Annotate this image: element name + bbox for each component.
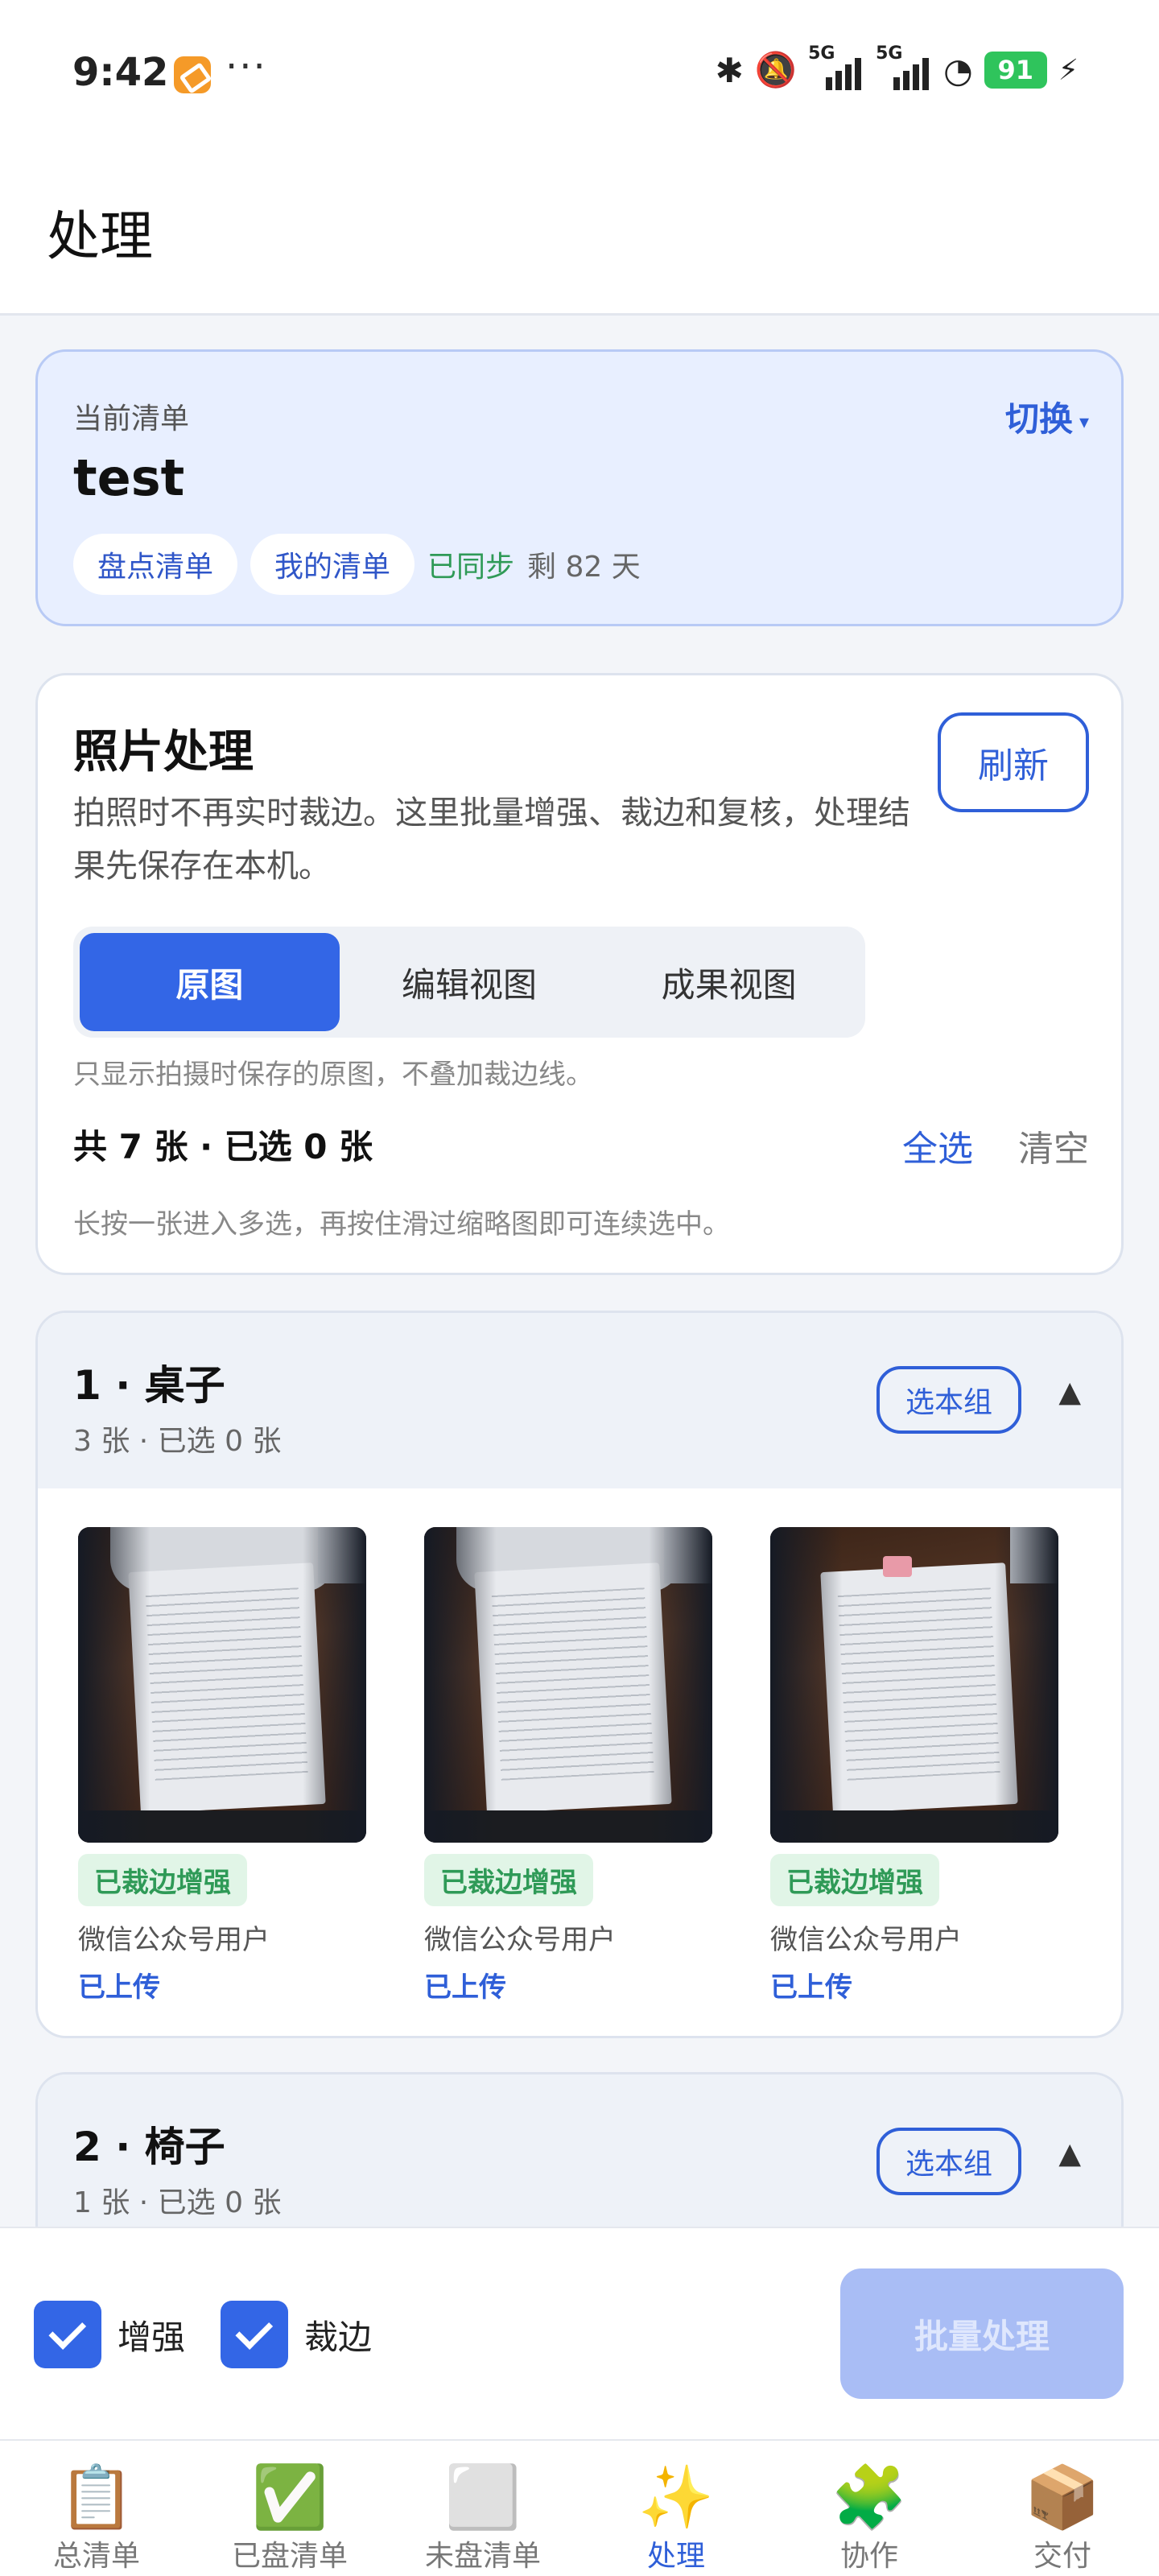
puzzle-icon: 🧩 [831,2461,908,2533]
tab-result-view[interactable]: 成果视图 [599,933,859,1031]
list-tags: 盘点清单 我的清单 已同步 剩 82 天 [73,534,641,595]
nav-item-uncounted-list[interactable]: ⬜ 未盘清单 [386,2441,580,2576]
checkbox-checked-icon[interactable] [34,2301,101,2368]
more-notifications-icon: ··· [225,44,267,89]
uploader-name: 微信公众号用户 [770,1924,962,1956]
photo-thumbnail[interactable]: 已裁边增强 微信公众号用户 已上传 [424,1527,712,2004]
status-badge: 已裁边增强 [424,1854,593,1906]
empty-square-icon: ⬜ [444,2461,522,2533]
status-badge: 已裁边增强 [78,1854,247,1906]
enhance-label: 增强 [118,2317,186,2357]
app-header: 处理 [0,145,1159,316]
nav-label: 已盘清单 [231,2540,348,2573]
refresh-button[interactable]: 刷新 [938,712,1089,812]
caret-down-icon: ▾ [1079,410,1089,433]
photo-image[interactable] [424,1527,712,1843]
nav-label: 交付 [1033,2540,1091,2573]
group-title: 2 · 椅子 [73,2124,225,2170]
select-group-button[interactable]: 选本组 [876,2128,1021,2195]
group-subtitle: 3 张 · 已选 0 张 [73,1425,282,1458]
collapse-toggle-icon[interactable]: ▲ [1058,1376,1081,1409]
photo-image[interactable] [770,1527,1058,1843]
checkbox-checked-icon[interactable] [221,2301,288,2368]
group-card: 2 · 椅子 1 张 · 已选 0 张 选本组 ▲ [35,2072,1124,2233]
photo-thumbnail[interactable]: 已裁边增强 微信公众号用户 已上传 [770,1527,1058,2004]
tab-original[interactable]: 原图 [80,933,340,1031]
package-icon: 📦 [1024,2461,1101,2533]
upload-status: 已上传 [770,1971,852,2004]
group-subtitle: 1 张 · 已选 0 张 [73,2186,282,2219]
thumbnail-grid: 已裁边增强 微信公众号用户 已上传 已裁边增强 微信公众号用户 已上传 已裁边增… [78,1527,1058,2004]
photo-processing-card: 照片处理 拍照时不再实时裁边。这里批量增强、裁边和复核，处理结果先保存在本机。 … [35,673,1124,1275]
nav-label: 未盘清单 [424,2540,541,2573]
nav-item-deliver[interactable]: 📦 交付 [966,2441,1159,2576]
wifi-icon: ◔ [943,50,973,90]
nav-item-collaborate[interactable]: 🧩 协作 [773,2441,966,2576]
current-list-name: test [73,448,185,507]
batch-action-bar: 增强 裁边 批量处理 [0,2227,1159,2439]
group-header[interactable]: 1 · 桌子 3 张 · 已选 0 张 选本组 ▲ [38,1313,1121,1488]
current-list-card: 当前清单 切换 ▾ test 盘点清单 我的清单 已同步 剩 82 天 [35,349,1124,626]
photo-image[interactable] [78,1527,366,1843]
status-badge: 已裁边增强 [770,1854,939,1906]
batch-process-button[interactable]: 批量处理 [840,2268,1124,2399]
multi-select-hint: 长按一张进入多选，再按住滑过缩略图即可连续选中。 [73,1208,730,1241]
uploader-name: 微信公众号用户 [78,1924,270,1956]
check-mark-icon: ✅ [251,2461,328,2533]
status-bar: 9:42 ··· ✱ 🔕 5G 5G ◔ 91 ⚡ [0,0,1159,145]
signal-icon: 5G [876,43,932,90]
tag-my-list: 我的清单 [250,534,415,595]
photo-thumbnail[interactable]: 已裁边增强 微信公众号用户 已上传 [78,1527,366,2004]
section-title: 照片处理 [73,726,254,778]
enhance-checkbox[interactable]: 增强 [34,2301,185,2368]
page-title: 处理 [47,205,153,267]
upload-status: 已上传 [78,1971,160,2004]
current-list-label: 当前清单 [73,402,190,436]
group-header[interactable]: 2 · 椅子 1 张 · 已选 0 张 选本组 ▲ [38,2074,1121,2233]
sync-status: 已同步 [427,551,515,584]
nav-label: 总清单 [52,2540,140,2573]
app-notification-icon [174,56,211,93]
sparkles-icon: ✨ [637,2461,715,2533]
bluetooth-icon: ✱ [715,50,744,90]
tab-hint: 只显示拍摄时保存的原图，不叠加裁边线。 [73,1059,593,1091]
crop-checkbox[interactable]: 裁边 [221,2301,372,2368]
collapse-toggle-icon[interactable]: ▲ [1058,2137,1081,2170]
group-card: 1 · 桌子 3 张 · 已选 0 张 选本组 ▲ 已裁边增强 微信公众号用户 … [35,1311,1124,2038]
battery-icon: 91 [984,52,1047,89]
tag-inventory-list: 盘点清单 [73,534,238,595]
group-title: 1 · 桌子 [73,1362,225,1409]
upload-status: 已上传 [424,1971,506,2004]
nav-item-all-list[interactable]: 📋 总清单 [0,2441,193,2576]
charging-icon: ⚡ [1058,53,1079,87]
nav-label: 处理 [646,2540,705,2573]
nav-item-counted-list[interactable]: ✅ 已盘清单 [193,2441,386,2576]
select-all-button[interactable]: 全选 [902,1120,973,1171]
nav-label: 协作 [839,2540,898,2573]
crop-label: 裁边 [304,2317,373,2357]
mute-bell-icon: 🔕 [754,50,798,89]
switch-list-button[interactable]: 切换 ▾ [1005,392,1089,441]
status-time: 9:42 [72,50,169,95]
select-group-button[interactable]: 选本组 [876,1366,1021,1434]
clipboard-icon: 📋 [58,2461,135,2533]
remaining-days: 剩 82 天 [527,551,641,584]
signal-icon: 5G [808,43,864,90]
view-segmented-control: 原图 编辑视图 成果视图 [73,927,865,1038]
photo-count: 共 7 张 · 已选 0 张 [73,1127,373,1166]
nav-item-process[interactable]: ✨ 处理 [580,2441,773,2576]
bottom-nav: 📋 总清单 ✅ 已盘清单 ⬜ 未盘清单 ✨ 处理 🧩 协作 📦 交付 [0,2439,1159,2576]
clear-button[interactable]: 清空 [1018,1120,1089,1171]
tab-edit-view[interactable]: 编辑视图 [340,933,600,1031]
uploader-name: 微信公众号用户 [424,1924,616,1956]
section-description: 拍照时不再实时裁边。这里批量增强、裁边和复核，处理结果先保存在本机。 [73,795,910,885]
